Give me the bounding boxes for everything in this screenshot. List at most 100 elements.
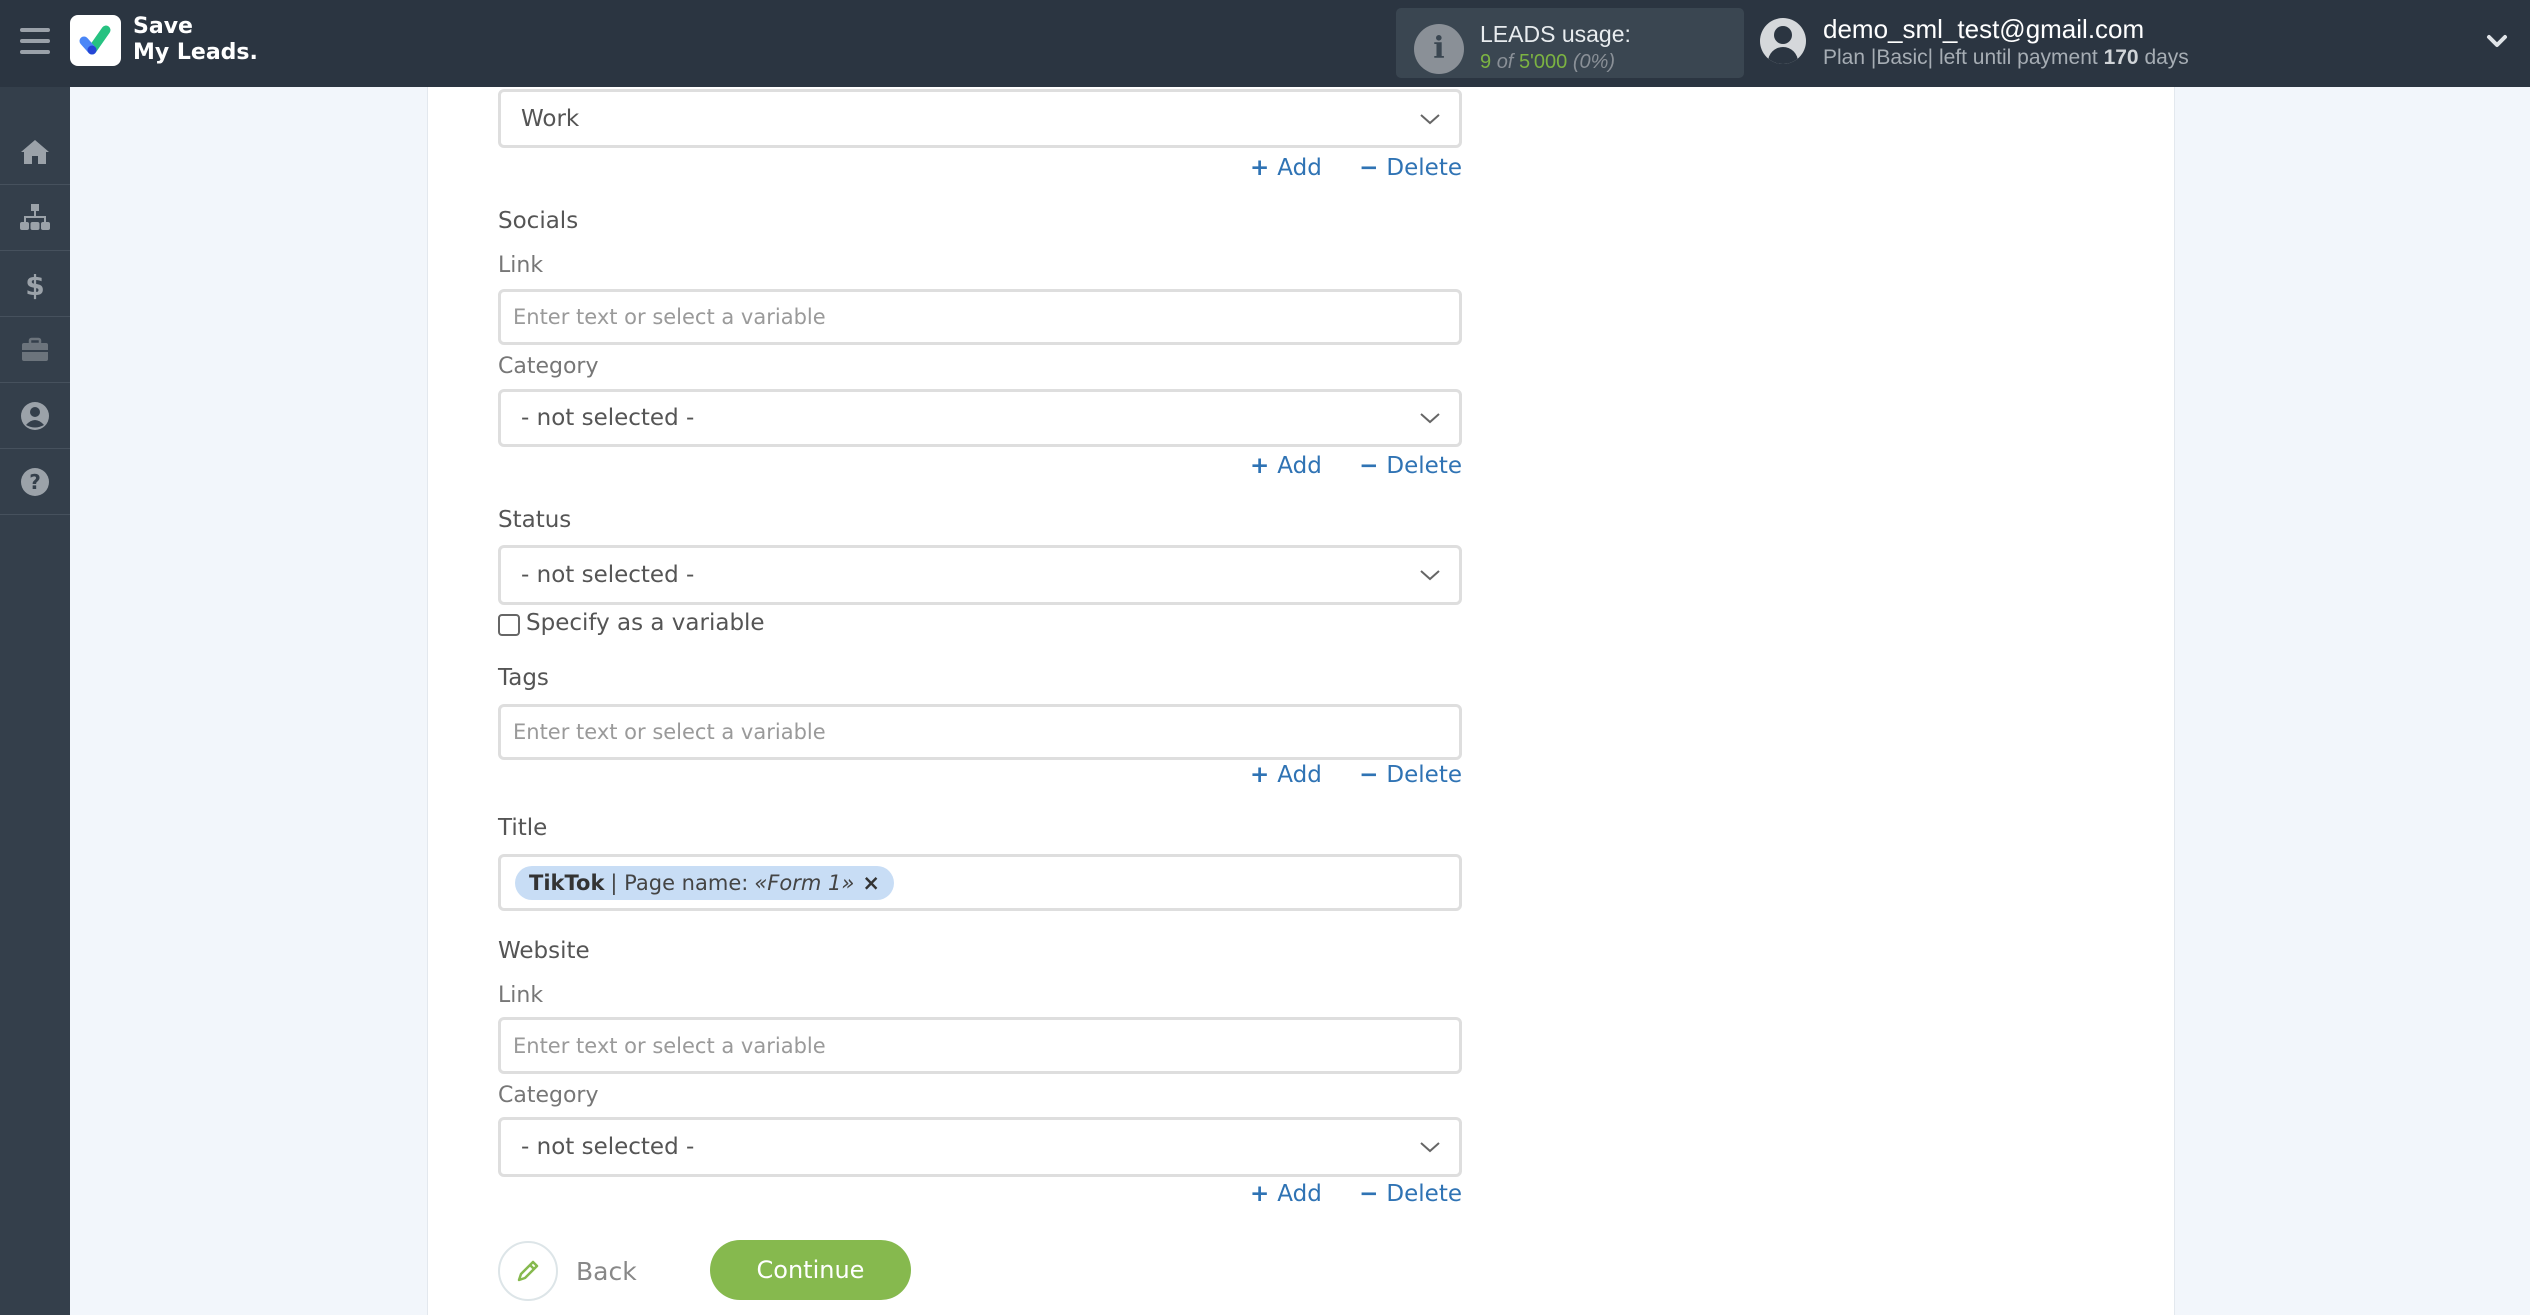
socials-category-select[interactable]: - not selected - [498, 389, 1462, 447]
sidebar-item-tools[interactable] [0, 317, 70, 383]
usage-used: 9 [1480, 51, 1492, 73]
user-circle-icon [21, 401, 49, 430]
phone-actions: + Add − Delete [498, 155, 1462, 181]
delete-label: Delete [1386, 155, 1462, 181]
continue-button[interactable]: Continue [710, 1240, 911, 1300]
placeholder-text: Enter text or select a variable [513, 1033, 826, 1058]
minus-icon: − [1359, 762, 1379, 788]
chip-remove-icon[interactable]: × [862, 871, 880, 895]
specify-variable-checkbox[interactable] [498, 614, 520, 636]
back-label: Back [576, 1256, 637, 1286]
delete-label: Delete [1386, 453, 1462, 479]
website-title: Website [498, 938, 590, 964]
top-header: Save My Leads. i LEADS usage: 9 of 5'000… [0, 0, 2530, 87]
add-label: Add [1277, 453, 1322, 479]
sidebar-item-account[interactable] [0, 383, 70, 449]
plan-prefix: Plan |Basic| left until payment [1823, 46, 2098, 69]
website-category-select[interactable]: - not selected - [498, 1117, 1462, 1177]
placeholder-text: Enter text or select a variable [513, 305, 826, 329]
chip-source: TikTok [529, 870, 605, 895]
select-value: - not selected - [521, 405, 695, 431]
sidebar-item-connections[interactable] [0, 185, 70, 251]
delete-button[interactable]: − Delete [1359, 1181, 1462, 1207]
delete-button[interactable]: − Delete [1359, 155, 1462, 181]
add-button[interactable]: + Add [1250, 762, 1322, 788]
chevron-down-icon [1420, 570, 1440, 581]
sidebar-item-help[interactable]: ? [0, 449, 70, 515]
hamburger-line [20, 39, 50, 43]
plus-icon: + [1250, 762, 1270, 788]
logo-line-2: My Leads. [133, 40, 258, 65]
website-actions: + Add − Delete [498, 1181, 1462, 1207]
website-category-label: Category [498, 1083, 599, 1108]
logo-text[interactable]: Save My Leads. [133, 14, 258, 66]
sidebar-item-billing[interactable]: $ [0, 251, 70, 317]
plus-icon: + [1250, 453, 1270, 479]
add-button[interactable]: + Add [1250, 453, 1322, 479]
pencil-icon [517, 1260, 539, 1282]
socials-title: Socials [498, 208, 579, 234]
add-button[interactable]: + Add [1250, 155, 1322, 181]
add-button[interactable]: + Add [1250, 1181, 1322, 1207]
svg-text:?: ? [29, 470, 41, 494]
specify-variable-label[interactable]: Specify as a variable [526, 610, 765, 636]
sidebar: $ ? [0, 87, 70, 1315]
chevron-down-icon[interactable] [2484, 28, 2510, 54]
chip-value: «Form 1» [754, 870, 855, 895]
select-value: Work [521, 105, 580, 132]
plus-icon: + [1250, 155, 1270, 181]
user-email[interactable]: demo_sml_test@gmail.com [1823, 14, 2144, 45]
sitemap-icon [20, 203, 50, 230]
menu-toggle-button[interactable] [20, 28, 50, 54]
delete-label: Delete [1386, 1181, 1462, 1207]
plan-info: Plan |Basic| left until payment 170 days [1823, 46, 2189, 70]
plus-icon: + [1250, 1181, 1270, 1207]
chevron-down-icon [1420, 1142, 1440, 1153]
checkmark-logo-icon [79, 25, 111, 55]
delete-label: Delete [1386, 762, 1462, 788]
avatar-body [1768, 47, 1798, 64]
minus-icon: − [1359, 1181, 1379, 1207]
sidebar-item-home[interactable] [0, 119, 70, 185]
add-label: Add [1277, 1181, 1322, 1207]
svg-text:$: $ [25, 269, 44, 301]
user-avatar-icon[interactable] [1760, 18, 1806, 64]
briefcase-icon [22, 337, 48, 361]
delete-button[interactable]: − Delete [1359, 762, 1462, 788]
usage-value: 9 of 5'000 (0%) [1480, 51, 1615, 74]
usage-percent: (0%) [1572, 51, 1616, 73]
title-field-title: Title [498, 815, 548, 841]
phone-category-select[interactable]: Work [498, 89, 1462, 148]
add-label: Add [1277, 155, 1322, 181]
hamburger-icon [20, 28, 50, 32]
question-circle-icon: ? [21, 467, 49, 496]
status-select[interactable]: - not selected - [498, 545, 1462, 605]
logo-icon[interactable] [70, 15, 121, 66]
chevron-down-icon [1420, 413, 1440, 424]
logo-line-1: Save [133, 14, 193, 39]
minus-icon: − [1359, 155, 1379, 181]
back-button[interactable]: Back [498, 1241, 637, 1301]
variable-chip: TikTok | Page name: «Form 1» × [515, 865, 894, 900]
title-input[interactable]: TikTok | Page name: «Form 1» × [498, 854, 1462, 911]
home-icon [21, 139, 49, 164]
plan-days: 170 [2103, 46, 2139, 69]
tags-actions: + Add − Delete [498, 762, 1462, 788]
tags-input[interactable]: Enter text or select a variable [498, 704, 1462, 760]
socials-link-input[interactable]: Enter text or select a variable [498, 289, 1462, 345]
socials-actions: + Add − Delete [498, 453, 1462, 479]
chevron-down-icon [1420, 113, 1440, 124]
hamburger-line [20, 50, 50, 54]
website-link-input[interactable]: Enter text or select a variable [498, 1017, 1462, 1074]
chip-separator: | Page name: [610, 870, 749, 895]
usage-of: of [1496, 51, 1514, 73]
placeholder-text: Enter text or select a variable [513, 720, 826, 744]
select-value: - not selected - [521, 1134, 695, 1160]
minus-icon: − [1359, 453, 1379, 479]
plan-suffix: days [2144, 46, 2189, 69]
socials-category-label: Category [498, 354, 599, 379]
delete-button[interactable]: − Delete [1359, 453, 1462, 479]
leads-usage-panel: i LEADS usage: 9 of 5'000 (0%) [1396, 8, 1744, 78]
info-icon: i [1414, 24, 1464, 74]
form-card: Work + Add − Delete Socials Link Enter tex… [427, 87, 2175, 1315]
